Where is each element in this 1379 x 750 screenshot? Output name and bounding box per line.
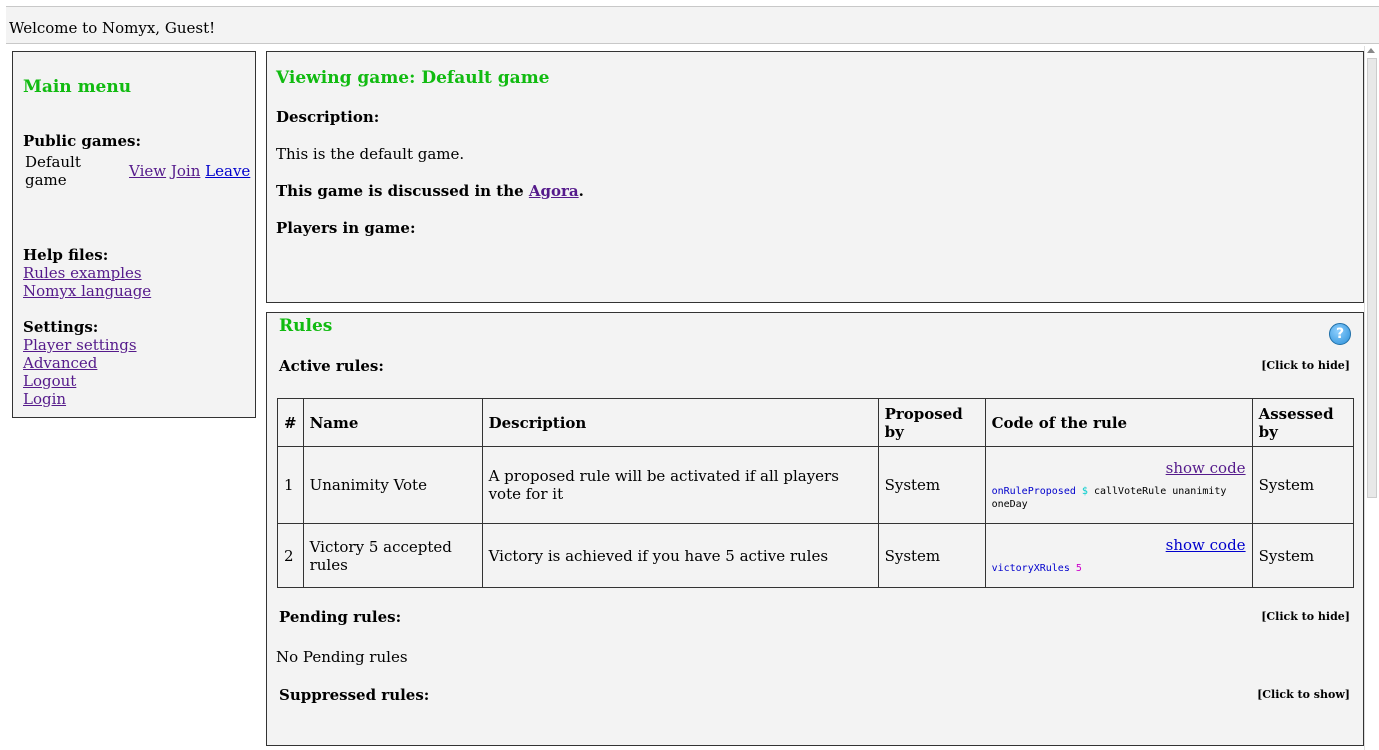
col-num: # [277,398,304,447]
scroll-thumb[interactable] [1367,58,1377,498]
players-label: Players in game: [276,219,416,237]
public-games-label: Public games: [23,132,142,150]
game-info-panel: Viewing game: Default game Description: … [266,51,1364,303]
active-rules-table: # Name Description Proposed by Code of t… [277,398,1355,588]
main-menu-panel: Main menu Public games: Default game Vie… [12,51,256,418]
rule-code-cell: show code onRuleProposed $ callVoteRule … [984,446,1253,524]
rule-name: Unanimity Vote [302,446,483,524]
welcome-text: Welcome to Nomyx, Guest! [9,19,216,37]
agora-suffix: . [578,182,584,200]
rules-title: Rules [279,316,333,336]
view-game-link[interactable]: View [129,162,166,180]
main-menu-title: Main menu [23,77,132,97]
pending-empty-text: No Pending rules [276,648,408,666]
rule-code-cell: show code victoryXRules 5 [984,523,1253,588]
help-icon[interactable]: ? [1329,323,1351,345]
table-header-row: # Name Description Proposed by Code of t… [277,398,1355,447]
pending-rules-label: Pending rules: [279,608,402,626]
rule-description: A proposed rule will be activated if all… [481,446,879,524]
help-files-label: Help files: [23,246,109,264]
settings-label: Settings: [23,318,99,336]
advanced-link[interactable]: Advanced [23,354,97,372]
rule-code: victoryXRules 5 [992,562,1246,575]
rules-examples-link[interactable]: Rules examples [23,264,142,282]
agora-prefix: This game is discussed in the [276,182,529,200]
game-name-default: Default game [25,153,81,189]
vertical-scrollbar[interactable] [1364,46,1379,750]
top-bar: Welcome to Nomyx, Guest! [6,6,1379,44]
show-code-link[interactable]: show code [992,536,1246,554]
rule-num: 2 [277,523,304,588]
col-code: Code of the rule [984,398,1253,447]
col-assessed-by: Assessed by [1251,398,1355,447]
rule-description: Victory is achieved if you have 5 active… [481,523,879,588]
rule-num: 1 [277,446,304,524]
col-name: Name [302,398,483,447]
rule-name: Victory 5 accepted rules [302,523,483,588]
rule-proposed-by: System [877,523,986,588]
rules-panel: Rules ? Active rules: [Click to hide] # … [266,312,1364,746]
logout-link[interactable]: Logout [23,372,76,390]
description-label: Description: [276,108,380,126]
player-settings-link[interactable]: Player settings [23,336,137,354]
game-actions: View Join Leave [129,162,250,180]
game-title: Viewing game: Default game [276,68,550,88]
suppressed-rules-label: Suppressed rules: [279,686,430,704]
active-rules-label: Active rules: [279,357,384,375]
show-code-link[interactable]: show code [992,459,1246,477]
rule-assessed-by: System [1251,523,1355,588]
code-function: onRuleProposed [991,486,1076,497]
active-rules-toggle[interactable]: [Click to hide] [1261,359,1350,372]
scroll-up-arrow-icon[interactable] [1367,48,1375,53]
join-game-link[interactable]: Join [171,162,201,180]
agora-line: This game is discussed in the Agora. [276,182,584,200]
col-description: Description [481,398,879,447]
code-number: 5 [1075,563,1082,574]
rule-assessed-by: System [1251,446,1355,524]
table-row: 1 Unanimity Vote A proposed rule will be… [277,446,1355,524]
code-function: victoryXRules [991,563,1070,574]
table-row: 2 Victory 5 accepted rules Victory is ac… [277,523,1355,588]
rule-proposed-by: System [877,446,986,524]
suppressed-rules-toggle[interactable]: [Click to show] [1257,688,1350,701]
pending-rules-toggle[interactable]: [Click to hide] [1261,610,1350,623]
agora-link[interactable]: Agora [529,182,579,200]
code-operator: $ [1081,486,1088,497]
rule-code: onRuleProposed $ callVoteRule unanimity … [992,485,1246,511]
nomyx-language-link[interactable]: Nomyx language [23,282,151,300]
game-description: This is the default game. [276,145,465,163]
col-proposed-by: Proposed by [877,398,986,447]
login-link[interactable]: Login [23,390,66,408]
leave-game-link[interactable]: Leave [205,162,250,180]
